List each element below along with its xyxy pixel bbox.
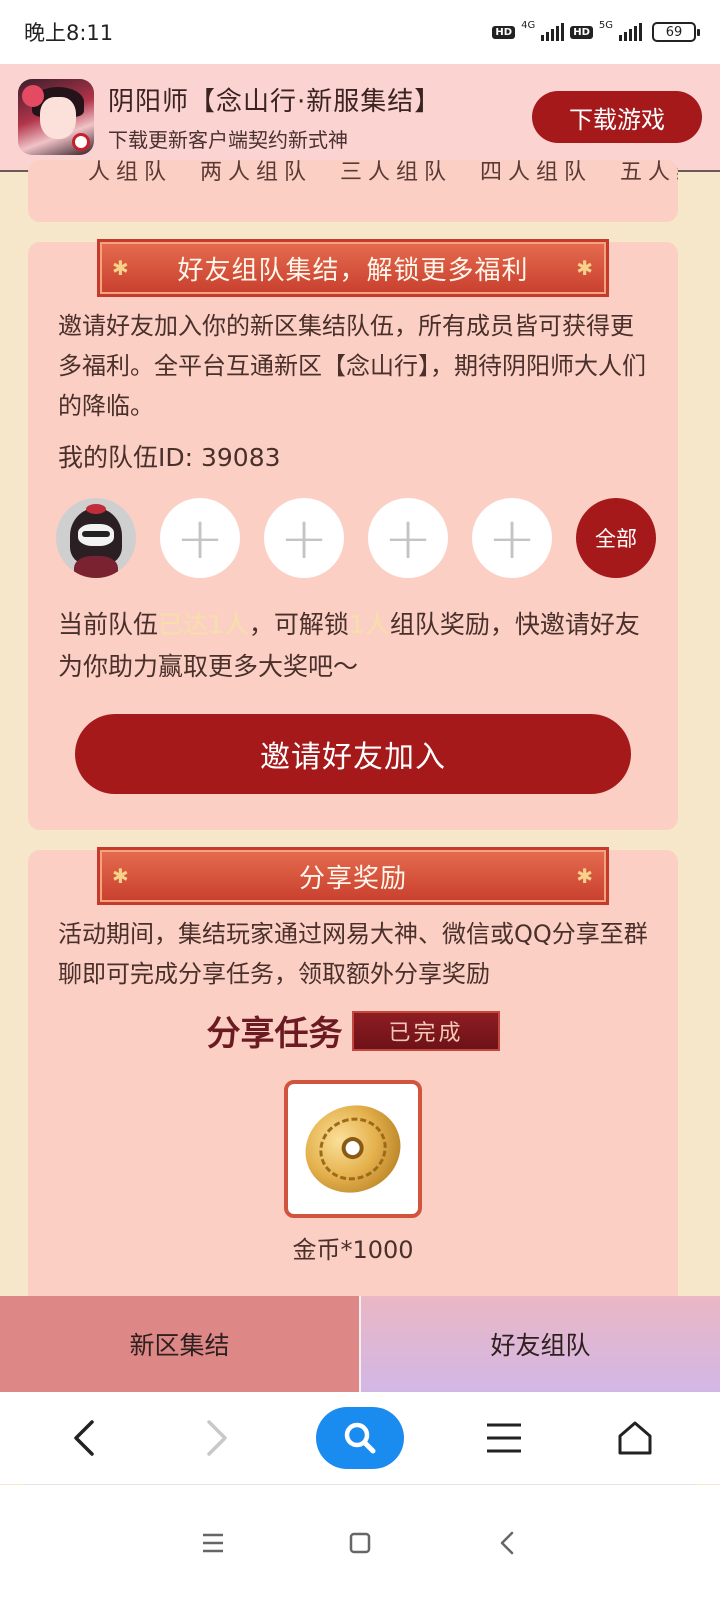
download-game-button[interactable]: 下载游戏 (532, 91, 702, 143)
banner-title: 阴阳师【念山行·新服集结】 (108, 87, 442, 117)
invite-friend-button[interactable]: 邀请好友加入 (75, 714, 631, 794)
share-task-row: 分享任务 已完成 (28, 1006, 678, 1055)
view-all-members-button[interactable]: 全部 (576, 498, 656, 578)
hd-icon: HD (570, 25, 593, 39)
tab-friend-team[interactable]: 好友组队 (359, 1296, 720, 1392)
team-member-slots: + + + + 全部 (56, 498, 656, 578)
team-id: 我的队伍ID: 39083 (58, 443, 281, 472)
search-icon (344, 1422, 376, 1454)
reward-label: 金币*1000 (292, 1236, 414, 1264)
empty-member-slot[interactable]: + (264, 498, 344, 578)
recent-apps-icon[interactable] (183, 1513, 243, 1573)
signal-icon (541, 23, 565, 41)
menu-icon[interactable] (474, 1408, 534, 1468)
reward-item-box[interactable] (284, 1080, 422, 1218)
status-prefix: 当前队伍 (58, 610, 159, 639)
browser-toolbar (0, 1392, 720, 1484)
empty-member-slot[interactable]: + (472, 498, 552, 578)
bottom-tab-bar: 新区集结 好友组队 (0, 1296, 720, 1392)
task-status-badge: 已完成 (352, 1010, 500, 1051)
team-size-card-partial: 人组队 两人组队 三人组队 四人组队 五人组队 (28, 160, 678, 222)
search-button[interactable] (315, 1407, 404, 1469)
share-task-title: 分享任务 (206, 1014, 343, 1054)
signal-icon (619, 23, 642, 41)
plus-icon: + (487, 504, 537, 572)
battery-icon: 69 (652, 22, 700, 42)
system-home-icon[interactable] (330, 1513, 390, 1573)
status-time: 晚上8:11 (24, 21, 114, 45)
team-card: ✱ 好友组队集结，解锁更多福利 ✱ 邀请好友加入你的新区集结队伍，所有成员皆可获… (28, 242, 678, 830)
network-type-5g: 5G (598, 19, 613, 31)
share-card: ✱ 分享奖励 ✱ 活动期间，集结玩家通过网易大神、微信或QQ分享至群聊即可完成分… (28, 850, 678, 1310)
hd-icon: HD (492, 25, 516, 39)
member-avatar[interactable] (56, 498, 136, 578)
plus-icon: + (175, 504, 225, 572)
star-icon: ✱ (112, 256, 130, 280)
team-size-labels: 人组队 两人组队 三人组队 四人组队 五人组队 (88, 160, 678, 185)
banner-subtitle: 下载更新客户端契约新式神 (108, 128, 348, 152)
team-ribbon-header: ✱ 好友组队集结，解锁更多福利 ✱ (100, 242, 606, 294)
tab-new-server-gather[interactable]: 新区集结 (0, 1296, 359, 1392)
share-ribbon-header: ✱ 分享奖励 ✱ (100, 850, 606, 902)
empty-member-slot[interactable]: + (368, 498, 448, 578)
status-reached: 已达1人 (158, 610, 249, 639)
star-icon: ✱ (112, 864, 130, 888)
share-ribbon-title: 分享奖励 (298, 863, 407, 894)
plus-icon: + (383, 504, 433, 572)
status-icons: HD 4G HD 5G 69 (492, 19, 700, 42)
status-count: 1人 (348, 610, 390, 639)
team-description: 邀请好友加入你的新区集结队伍，所有成员皆可获得更多福利。全平台互通新区【念山行】… (58, 312, 646, 420)
back-icon[interactable] (55, 1408, 115, 1468)
app-download-banner: 阴阳师【念山行·新服集结】 下载更新客户端契约新式神 下载游戏 (0, 64, 720, 172)
empty-member-slot[interactable]: + (160, 498, 240, 578)
status-bar: 晚上8:11 HD 4G HD 5G 69 (0, 0, 720, 64)
status-mid: ，可解锁 (248, 610, 349, 639)
forward-icon[interactable] (186, 1408, 246, 1468)
game-app-icon (18, 79, 94, 155)
star-icon: ✱ (576, 864, 594, 888)
team-status-text: 当前队伍已达1人，可解锁1人组队奖励，快邀请好友为你助力赢取更多大奖吧～ (58, 604, 654, 688)
banner-text: 阴阳师【念山行·新服集结】 下载更新客户端契约新式神 (108, 81, 532, 153)
gold-coin-icon (293, 1092, 413, 1206)
system-back-icon[interactable] (477, 1513, 537, 1573)
share-description: 活动期间，集结玩家通过网易大神、微信或QQ分享至群聊即可完成分享任务，领取额外分… (58, 920, 648, 988)
network-type-4g: 4G (521, 19, 536, 31)
system-nav-bar (0, 1485, 720, 1600)
team-ribbon-title: 好友组队集结，解锁更多福利 (177, 255, 529, 286)
home-icon[interactable] (605, 1408, 665, 1468)
plus-icon: + (279, 504, 329, 572)
star-icon: ✱ (576, 256, 594, 280)
